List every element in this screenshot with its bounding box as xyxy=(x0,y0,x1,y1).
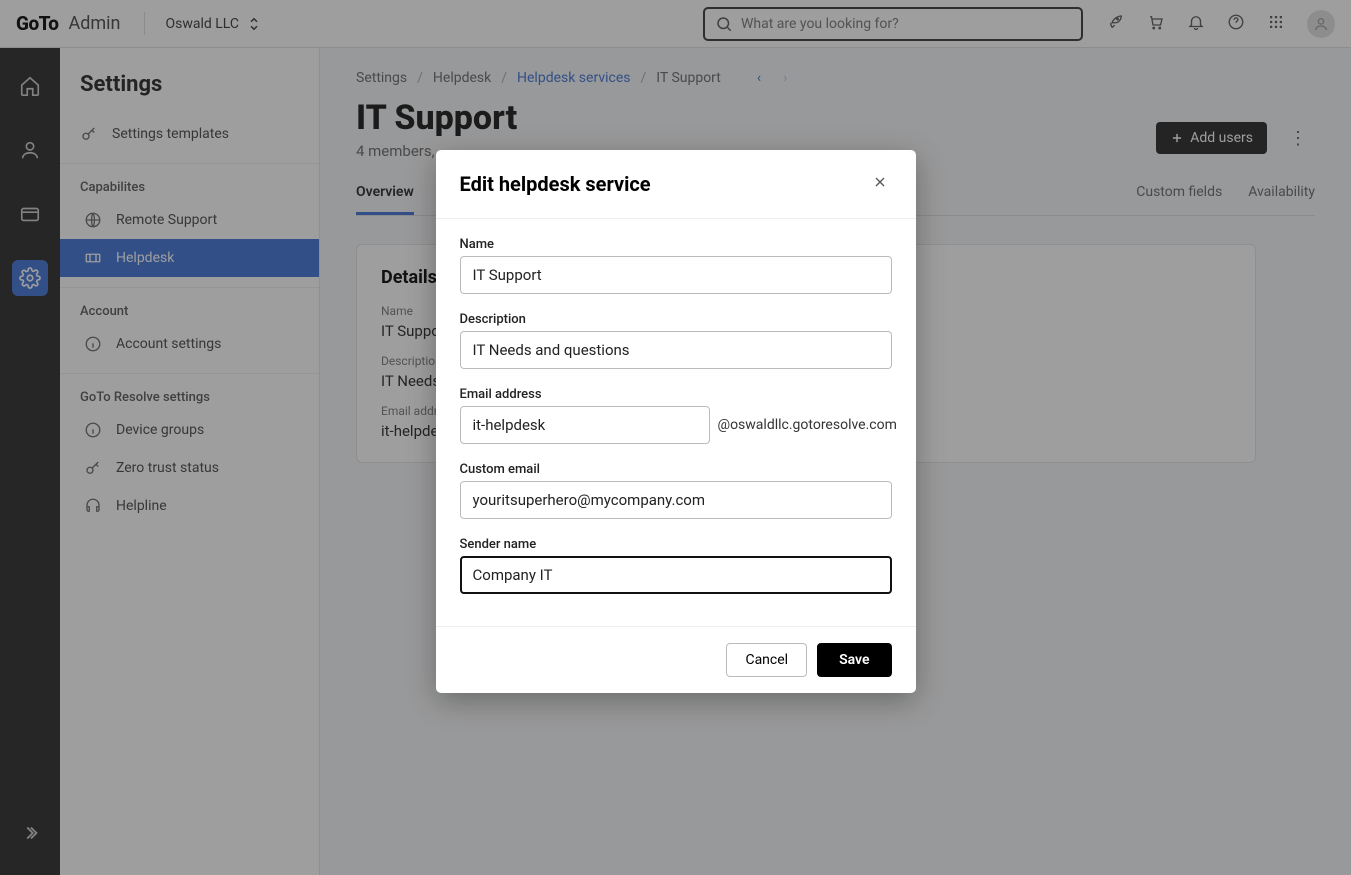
email-input[interactable] xyxy=(460,406,710,444)
custom-email-label: Custom email xyxy=(460,462,892,477)
email-label: Email address xyxy=(460,387,892,402)
close-icon xyxy=(872,174,888,190)
desc-input[interactable] xyxy=(460,331,892,369)
sender-input[interactable] xyxy=(460,556,892,594)
modal-title: Edit helpdesk service xyxy=(460,172,651,196)
close-button[interactable] xyxy=(868,170,892,198)
name-input[interactable] xyxy=(460,256,892,294)
desc-label: Description xyxy=(460,312,892,327)
email-domain: @oswaldllc.gotoresolve.com xyxy=(718,417,897,433)
save-button[interactable]: Save xyxy=(817,643,891,677)
name-label: Name xyxy=(460,237,892,252)
modal-overlay: Edit helpdesk service Name Description E… xyxy=(0,0,1351,875)
sender-label: Sender name xyxy=(460,537,892,552)
custom-email-input[interactable] xyxy=(460,481,892,519)
edit-helpdesk-modal: Edit helpdesk service Name Description E… xyxy=(436,150,916,693)
cancel-button[interactable]: Cancel xyxy=(726,643,807,677)
